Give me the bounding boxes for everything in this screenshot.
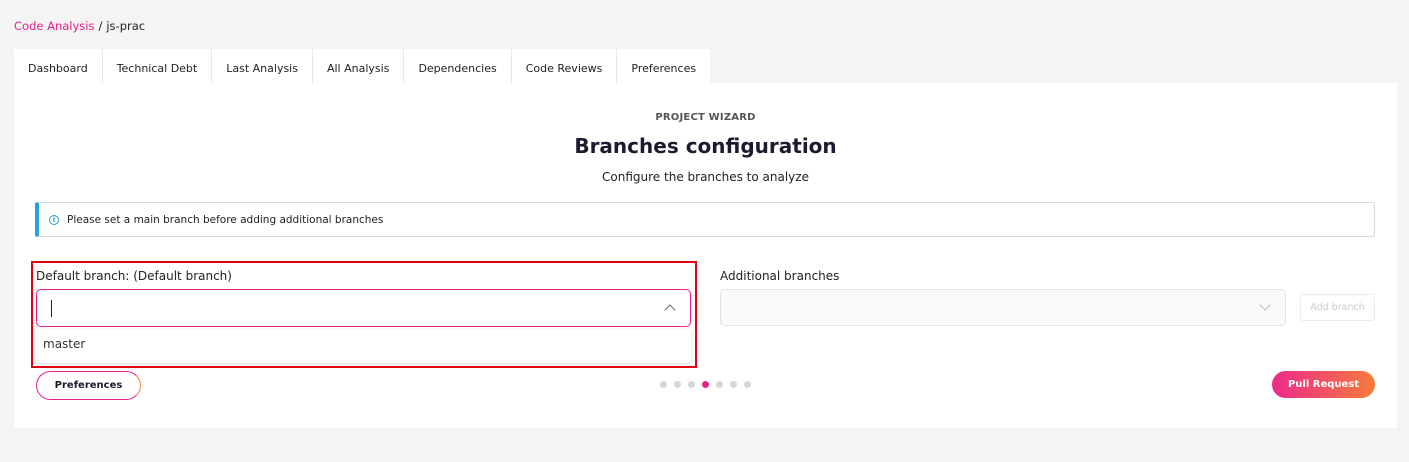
step-dot-active — [702, 381, 709, 388]
tab-preferences[interactable]: Preferences — [617, 49, 711, 83]
info-icon: i — [49, 214, 59, 225]
tab-code-reviews[interactable]: Code Reviews — [511, 49, 618, 83]
tab-all-analysis[interactable]: All Analysis — [312, 49, 405, 83]
info-text: Please set a main branch before adding a… — [67, 213, 384, 226]
branch-option-master[interactable]: master — [43, 337, 85, 351]
step-dot — [730, 381, 737, 388]
wizard-card: PROJECT WIZARD Branches configuration Co… — [14, 83, 1397, 428]
default-branch-dropdown: master — [36, 329, 691, 363]
preferences-button[interactable]: Preferences — [36, 371, 141, 400]
chevron-up-icon[interactable] — [664, 304, 676, 316]
info-banner: i Please set a main branch before adding… — [35, 202, 1375, 237]
page-title: Branches configuration — [574, 134, 837, 158]
breadcrumb-current: js-prac — [106, 19, 146, 33]
tab-dashboard[interactable]: Dashboard — [14, 49, 103, 83]
chevron-down-icon[interactable] — [1259, 299, 1271, 311]
step-dot — [688, 381, 695, 388]
step-dot — [674, 381, 681, 388]
step-dot — [716, 381, 723, 388]
wizard-label: PROJECT WIZARD — [655, 112, 756, 123]
pull-request-button[interactable]: Pull Request — [1272, 371, 1375, 398]
page-subtitle: Configure the branches to analyze — [602, 170, 809, 184]
step-dot — [744, 381, 751, 388]
tab-bar: Dashboard Technical Debt Last Analysis A… — [14, 49, 711, 83]
tab-dependencies[interactable]: Dependencies — [404, 49, 512, 83]
default-branch-label: Default branch: (Default branch) — [36, 269, 232, 283]
tab-last-analysis[interactable]: Last Analysis — [212, 49, 313, 83]
add-branch-button[interactable]: Add branch — [1300, 294, 1375, 321]
additional-branches-label: Additional branches — [720, 269, 840, 283]
step-indicator — [660, 381, 751, 388]
breadcrumb-separator: / — [98, 19, 103, 33]
additional-branches-select[interactable] — [720, 289, 1286, 326]
step-dot — [660, 381, 667, 388]
breadcrumb-link-code-analysis[interactable]: Code Analysis — [14, 19, 94, 33]
tab-technical-debt[interactable]: Technical Debt — [102, 49, 213, 83]
text-caret — [51, 300, 52, 317]
breadcrumb: Code Analysis / js-prac — [14, 19, 145, 33]
default-branch-select[interactable] — [36, 289, 691, 327]
